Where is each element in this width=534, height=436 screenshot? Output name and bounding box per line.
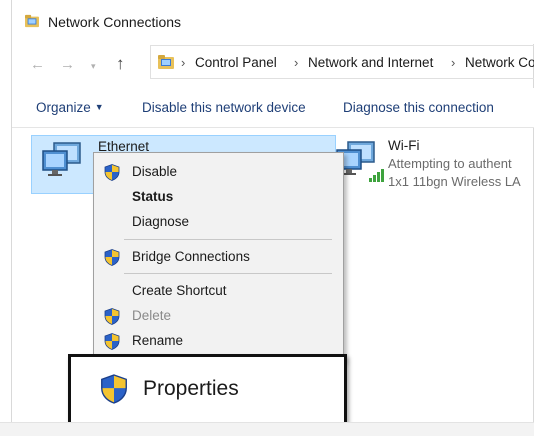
title-bar: Network Connections <box>12 0 534 44</box>
menu-item-create-shortcut[interactable]: Create Shortcut <box>94 279 343 303</box>
adapter-wifi[interactable]: Wi-Fi Attempting to authent 1x1 11bgn Wi… <box>330 135 534 195</box>
network-connections-window: Network Connections ← → ▾ ↑ › Control Pa… <box>11 0 534 435</box>
breadcrumb-control-panel[interactable]: Control Panel <box>195 55 277 70</box>
shield-icon <box>104 308 120 325</box>
command-bar-divider <box>12 127 534 128</box>
properties-label: Properties <box>143 377 239 400</box>
breadcrumb-network-connections[interactable]: Network Cor <box>465 55 534 70</box>
signal-bars-icon <box>369 169 384 182</box>
organize-label: Organize <box>36 100 91 115</box>
menu-item-status[interactable]: Status <box>94 185 343 209</box>
breadcrumb-separator-icon[interactable]: › <box>294 55 298 70</box>
breadcrumb-separator-icon[interactable]: › <box>181 55 185 70</box>
organize-menu-button[interactable]: Organize ▼ <box>36 100 104 115</box>
forward-arrow-icon[interactable]: → <box>60 56 75 73</box>
recent-locations-chevron-icon[interactable]: ▾ <box>91 61 96 72</box>
menu-item-label: Status <box>132 189 174 204</box>
disable-device-button[interactable]: Disable this network device <box>142 100 306 115</box>
control-panel-icon <box>157 54 175 70</box>
menu-separator <box>124 239 332 240</box>
diagnose-connection-button[interactable]: Diagnose this connection <box>343 100 494 115</box>
adapter-wifi-status: Attempting to authent <box>388 156 512 171</box>
breadcrumb-separator-icon[interactable]: › <box>451 55 455 70</box>
menu-item-label: Bridge Connections <box>132 249 250 264</box>
chevron-down-icon: ▼ <box>94 102 104 112</box>
menu-item-diagnose[interactable]: Diagnose <box>94 210 343 234</box>
menu-item-label: Delete <box>132 308 172 323</box>
window-title: Network Connections <box>48 14 182 30</box>
menu-item-properties[interactable]: Properties <box>68 354 347 425</box>
adapter-wifi-name: Wi-Fi <box>388 138 420 153</box>
shield-icon <box>104 164 120 181</box>
shield-icon <box>100 374 128 404</box>
adapter-wifi-device: 1x1 11bgn Wireless LA <box>388 174 521 189</box>
command-bar: Organize ▼ Disable this network device Di… <box>12 88 534 128</box>
status-bar <box>0 422 534 436</box>
menu-separator <box>124 273 332 274</box>
menu-item-disable[interactable]: Disable <box>94 160 343 184</box>
menu-item-rename[interactable]: Rename <box>94 329 343 353</box>
network-folder-icon <box>24 14 40 28</box>
address-bar[interactable]: › Control Panel › Network and Internet ›… <box>150 45 534 79</box>
menu-item-label: Diagnose <box>132 214 190 229</box>
network-adapter-icon <box>40 140 84 184</box>
menu-item-label: Disable <box>132 164 178 179</box>
up-arrow-icon[interactable]: ↑ <box>116 54 125 74</box>
context-menu: Disable Status Diagnose Bridge Connectio… <box>93 152 344 362</box>
menu-item-label: Create Shortcut <box>132 283 227 298</box>
menu-item-delete: Delete <box>94 304 343 328</box>
menu-item-bridge-connections[interactable]: Bridge Connections <box>94 245 343 269</box>
shield-icon <box>104 333 120 350</box>
back-arrow-icon[interactable]: ← <box>30 56 45 73</box>
breadcrumb-network-and-internet[interactable]: Network and Internet <box>308 55 433 70</box>
menu-item-label: Rename <box>132 333 184 348</box>
shield-icon <box>104 249 120 266</box>
